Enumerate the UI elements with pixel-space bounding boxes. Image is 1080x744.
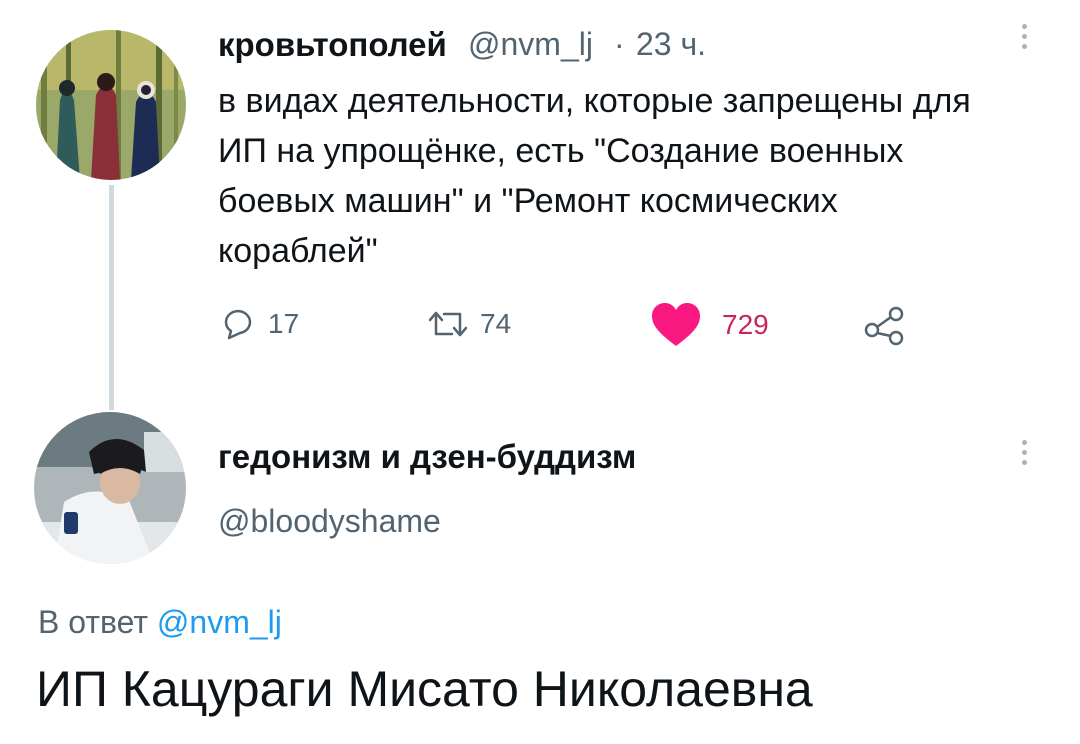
retweet-icon: [428, 311, 468, 337]
reply-author-handle[interactable]: @bloodyshame: [218, 503, 441, 540]
like-count: 729: [722, 309, 769, 340]
retweet-count: 74: [480, 308, 512, 339]
reply-count: 17: [268, 308, 300, 339]
author-name[interactable]: кровьтополей: [218, 26, 447, 64]
tweet-text: в видах деятельности, которые запрещены …: [218, 82, 971, 270]
thread-connector-line: [109, 185, 114, 410]
avatar[interactable]: [34, 412, 186, 564]
more-options-button[interactable]: [1020, 440, 1028, 465]
avatar[interactable]: [36, 30, 186, 180]
share-icon: [864, 306, 904, 346]
reply-button[interactable]: 17: [218, 304, 299, 344]
reply-text: ИП Кацураги Мисато Николаевна: [36, 661, 813, 717]
tweet-actions: 17 74 729: [0, 300, 1080, 350]
share-button[interactable]: [862, 302, 908, 348]
reply-author-name[interactable]: гедонизм и дзен-буддизм: [218, 438, 636, 476]
heart-icon: [652, 303, 700, 346]
like-button[interactable]: 729: [650, 302, 769, 348]
tweet-timestamp[interactable]: 23 ч.: [636, 26, 706, 63]
replying-to: В ответ @nvm_lj: [38, 604, 282, 641]
avatar-image: [34, 412, 186, 564]
retweet-button[interactable]: 74: [426, 304, 511, 344]
reply-icon: [224, 309, 252, 340]
more-vertical-icon: [1021, 24, 1027, 29]
avatar-image: [36, 30, 186, 180]
replying-to-label: В ответ: [38, 604, 149, 640]
more-vertical-icon: [1021, 440, 1027, 445]
more-options-button[interactable]: [1020, 24, 1028, 49]
separator-dot: ·: [614, 26, 625, 62]
author-handle[interactable]: @nvm_lj: [468, 26, 593, 63]
replying-to-mention[interactable]: @nvm_lj: [157, 604, 282, 640]
